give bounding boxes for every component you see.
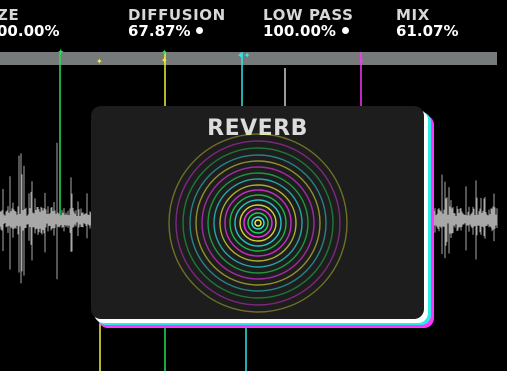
cue-marker-yellow-icon: ✦ (96, 57, 103, 66)
reverb-ring (234, 199, 282, 247)
reverb-ring (182, 147, 334, 299)
reverb-ring (239, 204, 277, 242)
cue-marker-magenta-icon: ✦ (358, 57, 365, 66)
reverb-ring (247, 212, 269, 234)
cue-marker-cyan-icon: ✦✦ (237, 51, 251, 60)
reverb-effect-screen: ZE 00.00% DIFFUSION 67.87% LOW PASS 100.… (0, 0, 507, 371)
reverb-ring (189, 154, 327, 292)
reverb-ring (251, 216, 265, 230)
cue-marker-green-icon: ✦ (57, 48, 65, 58)
reverb-ring (254, 219, 262, 227)
cue-marker-green2-icon: ✦ (161, 48, 168, 57)
reverb-visualizer (168, 133, 348, 313)
reverb-ring (207, 172, 309, 274)
reverb-ring (219, 184, 297, 262)
reverb-ring (229, 194, 287, 252)
reverb-ring (175, 140, 341, 306)
reverb-popup[interactable]: REVERB (91, 106, 424, 319)
reverb-ring (213, 178, 303, 268)
cue-marker-yellow2-icon: ✦ (161, 56, 168, 65)
reverb-ring (201, 166, 315, 280)
